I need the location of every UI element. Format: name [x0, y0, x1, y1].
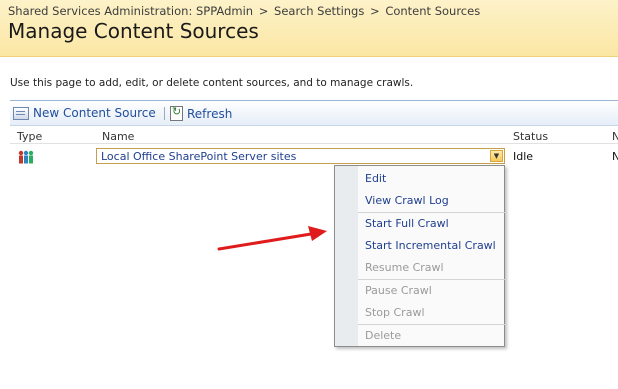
menu-icon-gutter: [335, 166, 358, 346]
toolbar: New Content Source Refresh: [10, 100, 618, 126]
breadcrumb-link-ssp-admin[interactable]: Shared Services Administration: SPPAdmin: [8, 4, 253, 18]
page-description: Use this page to add, edit, or delete co…: [10, 77, 414, 89]
header-divider: [10, 143, 618, 144]
column-header-name[interactable]: Name: [102, 130, 134, 143]
content-source-name-link[interactable]: Local Office SharePoint Server sites: [101, 150, 296, 163]
content-source-name-dropdown[interactable]: Local Office SharePoint Server sites ▼: [96, 148, 505, 164]
breadcrumb-separator: >: [258, 4, 269, 18]
refresh-button[interactable]: Refresh: [170, 105, 233, 121]
menu-item-view-crawl-log[interactable]: View Crawl Log: [365, 194, 449, 207]
sharepoint-sites-icon: [18, 150, 34, 164]
menu-separator: [358, 212, 505, 213]
page-title: Manage Content Sources: [8, 19, 259, 43]
breadcrumb-link-search-settings[interactable]: Search Settings: [274, 4, 364, 18]
chevron-down-icon[interactable]: ▼: [490, 150, 503, 162]
menu-item-stop-crawl: Stop Crawl: [365, 306, 425, 319]
breadcrumb-separator: >: [370, 4, 380, 18]
next-crawl-cell: N: [612, 150, 618, 163]
column-header-status[interactable]: Status: [513, 130, 548, 143]
new-content-source-button[interactable]: New Content Source: [13, 106, 156, 120]
menu-item-start-full-crawl[interactable]: Start Full Crawl: [365, 217, 449, 230]
status-cell: Idle: [513, 150, 534, 163]
menu-item-edit[interactable]: Edit: [365, 172, 386, 185]
refresh-icon: [170, 105, 183, 121]
menu-separator: [358, 279, 505, 280]
column-header-next[interactable]: N: [612, 130, 618, 143]
menu-item-delete: Delete: [365, 329, 402, 342]
refresh-label: Refresh: [187, 106, 233, 121]
menu-separator: [358, 324, 505, 325]
breadcrumb-current: Content Sources: [385, 4, 481, 18]
page-header: Shared Services Administration: SPPAdmin…: [0, 0, 618, 57]
red-arrow-annotation-icon: [217, 226, 327, 251]
new-item-icon: [13, 106, 29, 120]
menu-item-start-incremental-crawl[interactable]: Start Incremental Crawl: [365, 239, 496, 252]
new-content-source-label: New Content Source: [33, 106, 156, 120]
menu-item-pause-crawl: Pause Crawl: [365, 284, 432, 297]
breadcrumb: Shared Services Administration: SPPAdmin…: [8, 4, 480, 18]
column-header-type[interactable]: Type: [17, 130, 42, 143]
context-menu: Edit View Crawl Log Start Full Crawl Sta…: [334, 165, 505, 347]
toolbar-separator: [164, 107, 165, 120]
menu-item-resume-crawl: Resume Crawl: [365, 261, 444, 274]
